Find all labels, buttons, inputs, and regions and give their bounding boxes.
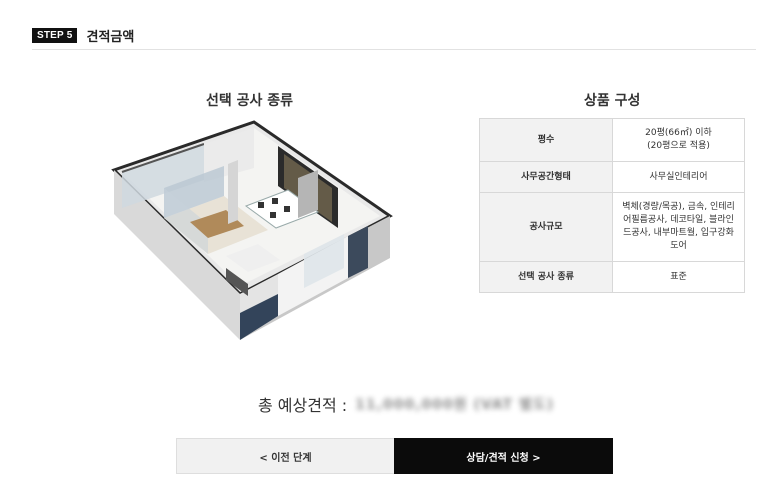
step-header: STEP 5 견적금액 [32,26,134,45]
spec-value-area: 20평(66㎡) 이하 (20평으로 적용) [612,118,745,162]
spec-value-work-type: 표준 [612,261,745,293]
spec-key-work-type: 선택 공사 종류 [479,261,613,293]
product-composition-title: 상품 구성 [584,93,641,109]
spec-key-construction-scope: 공사규모 [479,192,613,262]
header-divider [32,49,756,50]
table-row: 평수 20평(66㎡) 이하 (20평으로 적용) [479,118,745,162]
office-illustration [108,118,398,348]
spec-key-area: 평수 [479,118,613,162]
step-badge: STEP 5 [32,28,78,43]
spec-key-office-type: 사무공간형태 [479,161,613,193]
spec-value-office-type: 사무실인테리어 [612,161,745,193]
isometric-office-image [111,120,393,340]
total-estimate: 총 예상견적 : 11,000,000원 (VAT 별도) [258,392,554,416]
prev-step-button[interactable]: < 이전 단계 [176,438,395,474]
total-estimate-label: 총 예상견적 : [258,396,348,415]
total-estimate-value: 11,000,000원 (VAT 별도) [355,397,555,413]
spec-value-construction-scope: 벽체(경량/목공), 금속, 인테리 어필름공사, 데코타일, 블라인 드공사,… [612,192,745,262]
product-spec-table: 평수 20평(66㎡) 이하 (20평으로 적용) 사무공간형태 사무실인테리어… [479,118,745,293]
selected-work-type-title: 선택 공사 종류 [206,93,294,109]
table-row: 사무공간형태 사무실인테리어 [479,161,745,193]
section-title: 견적금액 [86,30,135,45]
table-row: 선택 공사 종류 표준 [479,261,745,293]
table-row: 공사규모 벽체(경량/목공), 금속, 인테리 어필름공사, 데코타일, 블라인… [479,192,745,262]
consult-request-button[interactable]: 상담/견적 신청 > [394,438,613,474]
